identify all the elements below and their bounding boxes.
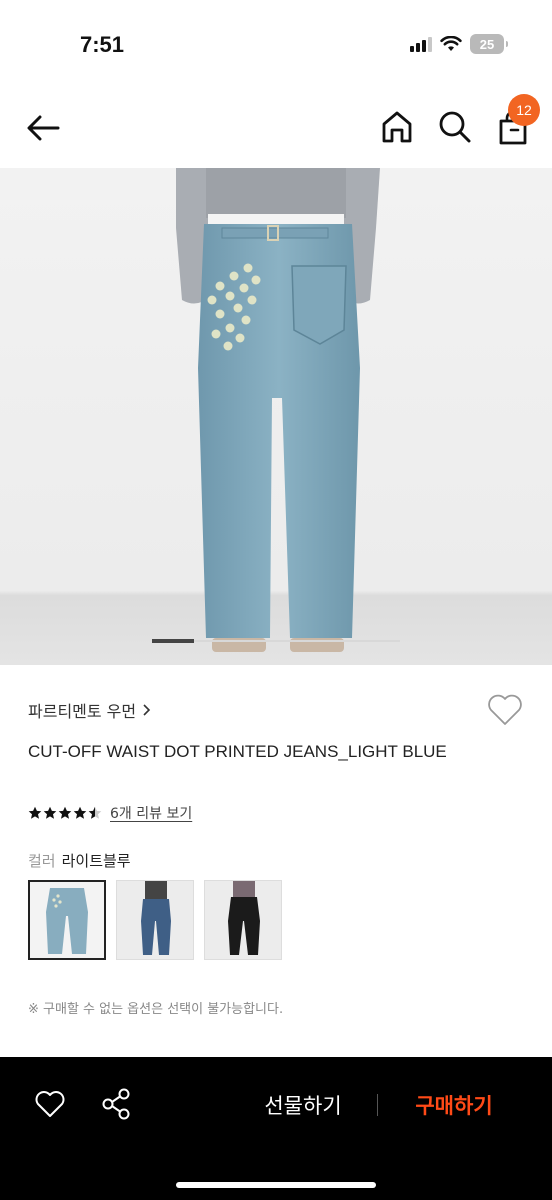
swatch-black[interactable] [204, 880, 282, 960]
buy-button[interactable]: 구매하기 [400, 1085, 508, 1125]
color-value: 라이트블루 [61, 852, 131, 870]
home-indicator [176, 1182, 376, 1188]
black-jeans-thumb [205, 881, 281, 959]
swatch-light-blue[interactable] [28, 880, 106, 960]
chevron-right-icon [143, 704, 151, 716]
star-icon [28, 806, 42, 819]
product-image[interactable] [0, 168, 552, 665]
status-time: 7:51 [80, 32, 125, 57]
star-icon [73, 806, 87, 819]
jeans-photo [0, 168, 552, 665]
swatch-dark-blue[interactable] [116, 880, 194, 960]
home-icon[interactable] [378, 108, 416, 146]
share-icon[interactable] [100, 1087, 132, 1121]
search-icon[interactable] [436, 108, 474, 146]
cart-count-badge: 12 [508, 94, 540, 126]
divider [377, 1094, 378, 1116]
option-notice: ※ 구매할 수 없는 옵션은 선택이 불가능합니다. [28, 1002, 284, 1017]
signal-icon [410, 36, 432, 52]
rating-row: 6개 리뷰 보기 [28, 803, 192, 823]
heart-icon[interactable] [34, 1089, 66, 1119]
wishlist-heart-icon[interactable] [486, 692, 524, 728]
review-link[interactable]: 6개 리뷰 보기 [110, 803, 192, 823]
top-nav-bar [0, 90, 552, 168]
star-icon [43, 806, 57, 819]
gift-button[interactable]: 선물하기 [250, 1085, 356, 1125]
brand-name: 파르티멘토 우먼 [28, 702, 137, 721]
brand-link[interactable]: 파르티멘토 우먼 [28, 698, 151, 722]
back-arrow-icon[interactable] [24, 110, 64, 146]
half-star-icon [88, 806, 102, 819]
color-option-row: 컬러 라이트블루 [28, 850, 131, 871]
status-icons: 25 [410, 34, 508, 54]
color-swatches [28, 880, 282, 960]
carousel-indicator-thumb [152, 639, 194, 643]
dark-blue-jeans-thumb [117, 881, 193, 959]
status-bar: 7:51 25 [0, 0, 552, 90]
wifi-icon [440, 36, 462, 51]
rating-stars [28, 806, 102, 820]
color-label: 컬러 [28, 852, 56, 870]
battery-icon: 25 [470, 34, 508, 54]
light-blue-jeans-thumb [30, 882, 104, 958]
star-icon [58, 806, 72, 819]
product-title: CUT-OFF WAIST DOT PRINTED JEANS_LIGHT BL… [28, 742, 447, 761]
bottom-action-bar: 선물하기 구매하기 [0, 1057, 552, 1200]
carousel-indicator [152, 639, 400, 643]
